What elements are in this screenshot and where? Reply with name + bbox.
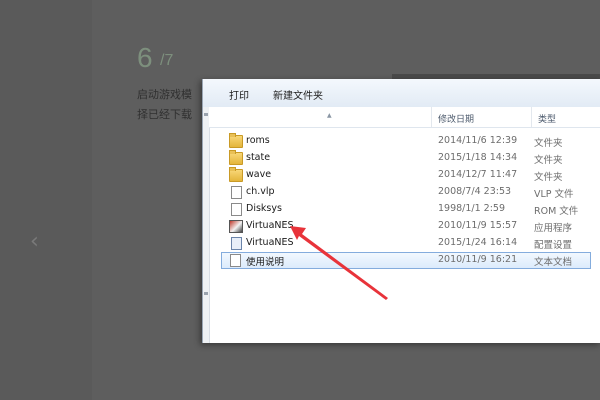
step-total: /7 bbox=[160, 52, 174, 69]
sort-caret-icon[interactable]: ▲ bbox=[327, 112, 332, 119]
file-row-selected[interactable]: 使用说明 2010/11/9 16:21 文本文档 bbox=[221, 252, 591, 269]
file-row[interactable]: VirtuaNES 2015/1/24 16:14 配置设置 bbox=[223, 235, 600, 252]
file-type: 配置设置 bbox=[534, 240, 573, 251]
file-explorer-window: 打印 新建文件夹 ▲ 修改日期 类型 roms 2014/11/6 12:39 … bbox=[202, 79, 600, 343]
column-type[interactable]: 类型 bbox=[538, 112, 556, 125]
file-type: 文件夹 bbox=[534, 138, 563, 149]
file-date: 1998/1/1 2:59 bbox=[438, 203, 506, 214]
folder-icon bbox=[229, 133, 243, 148]
file-name: 使用说明 bbox=[246, 257, 285, 268]
file-type: VLP 文件 bbox=[534, 189, 574, 200]
toolbar: 打印 新建文件夹 bbox=[203, 79, 600, 108]
print-button[interactable]: 打印 bbox=[229, 87, 249, 102]
file-row[interactable]: wave 2014/12/7 11:47 文件夹 bbox=[223, 167, 600, 184]
file-type: 文件夹 bbox=[534, 172, 563, 183]
folder-icon bbox=[229, 167, 243, 182]
file-name: wave bbox=[246, 169, 272, 180]
file-type: ROM 文件 bbox=[534, 206, 579, 217]
folder-icon bbox=[229, 150, 243, 165]
new-folder-button[interactable]: 新建文件夹 bbox=[273, 87, 323, 102]
file-row[interactable]: state 2015/1/18 14:34 文件夹 bbox=[223, 150, 600, 167]
file-name: Disksys bbox=[246, 203, 282, 214]
previous-arrow-icon[interactable]: ‹ bbox=[30, 230, 42, 254]
column-divider[interactable] bbox=[531, 107, 532, 127]
file-type: 文件夹 bbox=[534, 155, 563, 166]
text-file-icon bbox=[230, 254, 241, 267]
scrollbar[interactable] bbox=[203, 107, 210, 343]
file-icon bbox=[231, 186, 242, 199]
file-date: 2008/7/4 23:53 bbox=[438, 186, 512, 197]
step-text-line1: 启动游戏模 bbox=[137, 88, 192, 101]
column-date[interactable]: 修改日期 bbox=[438, 112, 474, 125]
file-row[interactable]: ch.vlp 2008/7/4 23:53 VLP 文件 bbox=[223, 184, 600, 201]
config-file-icon bbox=[231, 237, 242, 250]
scroll-mark bbox=[204, 113, 208, 116]
file-name: roms bbox=[246, 135, 270, 146]
file-date: 2014/11/6 12:39 bbox=[438, 135, 518, 146]
step-text-line2: 择已经下载 bbox=[137, 108, 192, 121]
file-date: 2014/12/7 11:47 bbox=[438, 169, 518, 180]
file-row[interactable]: Disksys 1998/1/1 2:59 ROM 文件 bbox=[223, 201, 600, 218]
column-header: ▲ 修改日期 类型 bbox=[209, 107, 600, 128]
step-number: 6 bbox=[137, 42, 153, 73]
file-list: roms 2014/11/6 12:39 文件夹 state 2015/1/18… bbox=[221, 133, 600, 269]
file-date: 2015/1/18 14:34 bbox=[438, 152, 518, 163]
column-divider[interactable] bbox=[431, 107, 432, 127]
file-name: state bbox=[246, 152, 271, 163]
file-date: 2015/1/24 16:14 bbox=[438, 237, 518, 248]
file-type: 应用程序 bbox=[534, 223, 573, 234]
file-name: ch.vlp bbox=[246, 186, 275, 197]
file-row[interactable]: roms 2014/11/6 12:39 文件夹 bbox=[223, 133, 600, 150]
file-row[interactable]: VirtuaNES 2010/11/9 15:57 应用程序 bbox=[223, 218, 600, 235]
file-date: 2010/11/9 15:57 bbox=[438, 220, 518, 231]
app-icon bbox=[229, 220, 243, 233]
file-icon bbox=[231, 203, 242, 216]
file-name: VirtuaNES bbox=[246, 237, 294, 248]
file-name: VirtuaNES bbox=[246, 220, 294, 231]
scroll-mark bbox=[204, 292, 208, 295]
file-type: 文本文档 bbox=[534, 257, 573, 268]
file-date: 2010/11/9 16:21 bbox=[438, 254, 518, 265]
